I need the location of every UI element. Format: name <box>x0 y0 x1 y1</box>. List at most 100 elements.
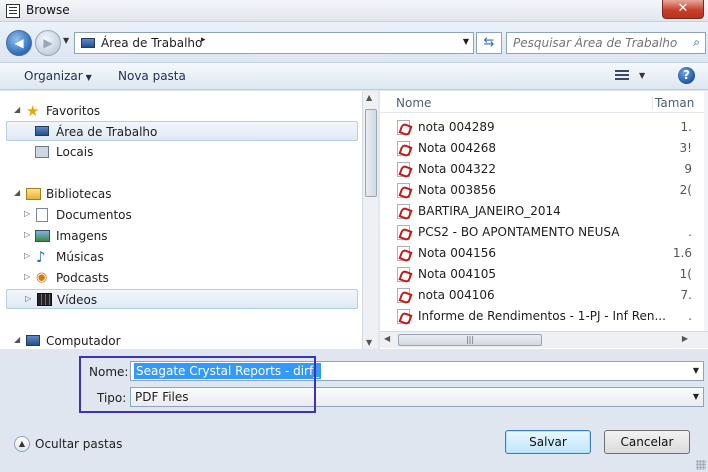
expand-arrow-icon[interactable]: ▷ <box>24 251 30 260</box>
scroll-right-icon[interactable]: ▶ <box>682 334 688 343</box>
breadcrumb-desktop[interactable]: Área de Trabalho <box>101 36 202 50</box>
file-row[interactable]: Informe de Rendimentos - 1-PJ - Inf Ren.… <box>380 306 708 327</box>
hide-folders-label: Ocultar pastas <box>35 437 123 451</box>
nav-item-locais[interactable]: Locais <box>0 142 358 162</box>
file-row[interactable]: PCS2 - BO APONTAMENTO NEUSA. <box>380 222 708 243</box>
file-row[interactable]: Nota 004156 1.6 <box>380 243 708 264</box>
help-button[interactable]: ? <box>678 67 695 84</box>
file-row[interactable]: Nota 004105 1( <box>380 264 708 285</box>
back-button[interactable]: ◀ <box>6 30 32 56</box>
file-row[interactable]: Nota 004322 9 <box>380 159 708 180</box>
pdf-file-icon <box>397 288 410 303</box>
pdf-file-icon <box>397 162 410 177</box>
expand-arrow-icon[interactable]: ▷ <box>24 230 30 239</box>
address-field[interactable]: Área de Trabalho ▸ ▼ <box>74 32 474 54</box>
file-name: nota 004106 <box>418 288 495 302</box>
close-button[interactable]: ✕ <box>662 0 704 19</box>
expand-arrow-icon[interactable]: ▷ <box>25 294 31 303</box>
column-header-size[interactable]: Taman <box>652 96 694 110</box>
nav-item-computador[interactable]: ◢ Computador <box>0 331 358 349</box>
pdf-file-icon <box>397 225 410 240</box>
nav-scroll-thumb[interactable] <box>365 109 377 197</box>
chevron-down-icon: ▼ <box>85 73 92 82</box>
history-dropdown-icon[interactable]: ▼ <box>63 36 69 45</box>
file-row[interactable]: Nota 003856 2( <box>380 180 708 201</box>
search-input[interactable] <box>507 33 685 53</box>
pdf-file-icon <box>397 246 410 261</box>
new-folder-button[interactable]: Nova pasta <box>118 69 186 83</box>
file-name: Nota 004105 <box>418 267 496 281</box>
nav-item-podcasts[interactable]: ▷ ◉ Podcasts <box>0 268 358 288</box>
file-row[interactable]: BARTIRA_JANEIRO_2014 <box>380 201 708 222</box>
navigation-pane: ◢ ★ Favoritos Área de Trabalho Locais ◢ … <box>0 91 362 349</box>
nav-item-label: Bibliotecas <box>46 187 112 201</box>
nav-item-label: Documentos <box>56 208 132 222</box>
scroll-up-icon[interactable]: ▲ <box>366 93 372 102</box>
podcast-icon: ◉ <box>36 270 48 285</box>
file-size: . <box>688 309 692 323</box>
nav-item-label: Locais <box>56 145 94 159</box>
nav-scrollbar[interactable]: ▲ ▼ <box>362 91 378 349</box>
file-name: Nota 004156 <box>418 246 496 260</box>
view-options-icon[interactable] <box>615 70 629 82</box>
file-row[interactable]: nota 004289 1. <box>380 117 708 138</box>
nav-item-favoritos[interactable]: ◢ ★ Favoritos <box>0 101 358 121</box>
computer-icon <box>26 335 40 346</box>
refresh-button[interactable]: ⇆ <box>476 32 502 54</box>
pdf-file-icon <box>397 141 410 156</box>
column-header-name[interactable]: Nome <box>396 96 431 110</box>
address-bar-area: ◀ ▶ ▼ Área de Trabalho ▸ ▼ ⇆ ⌕ <box>0 22 708 62</box>
window-title: Browse <box>26 3 70 17</box>
breadcrumb-chevron-icon[interactable]: ▸ <box>201 35 206 45</box>
file-row[interactable]: nota 004106 7. <box>380 285 708 306</box>
scroll-down-icon[interactable]: ▼ <box>366 338 372 347</box>
expand-arrow-icon[interactable]: ▷ <box>24 209 30 218</box>
file-list: Nome Taman nota 004289 1. Nota 004268 3! Not… <box>380 91 708 349</box>
nav-item-label: Computador <box>46 334 121 348</box>
pdf-file-icon <box>397 204 410 219</box>
file-list-vertical-scrollbar[interactable] <box>704 91 708 331</box>
save-button[interactable]: Salvar <box>505 430 591 454</box>
nav-item-bibliotecas[interactable]: ◢ Bibliotecas <box>0 184 358 204</box>
chevron-down-icon[interactable]: ▼ <box>693 392 699 401</box>
chevron-down-icon[interactable]: ▼ <box>693 366 699 375</box>
library-icon <box>26 188 41 200</box>
pdf-file-icon <box>397 267 410 282</box>
address-dropdown-icon[interactable]: ▼ <box>463 37 469 46</box>
pdf-file-icon <box>397 183 410 198</box>
horizontal-scroll-thumb[interactable]: ||| <box>398 334 542 346</box>
scroll-left-icon[interactable]: ◀ <box>384 334 390 343</box>
file-size: 1. <box>680 120 692 134</box>
nav-item-musicas[interactable]: ▷ ♪ Músicas <box>0 247 358 267</box>
nav-item-area-de-trabalho[interactable]: Área de Trabalho <box>6 121 358 141</box>
collapse-arrow-icon[interactable]: ◢ <box>14 188 20 197</box>
cancel-button[interactable]: Cancelar <box>604 430 690 454</box>
nav-item-label: Favoritos <box>46 104 101 118</box>
desktop-icon <box>35 126 49 136</box>
view-dropdown-icon[interactable]: ▼ <box>639 71 645 80</box>
nav-item-imagens[interactable]: ▷ Imagens <box>0 226 358 246</box>
organize-label: Organizar <box>24 69 83 83</box>
collapse-arrow-icon[interactable]: ◢ <box>14 335 20 344</box>
music-icon: ♪ <box>36 248 46 266</box>
hide-folders-button[interactable]: ▲ Ocultar pastas <box>14 436 122 452</box>
file-name: BARTIRA_JANEIRO_2014 <box>418 204 561 218</box>
file-size: . <box>688 225 692 239</box>
images-icon <box>35 230 50 242</box>
nav-item-videos[interactable]: ▷ Vídeos <box>6 289 358 309</box>
resize-grip-icon[interactable] <box>696 460 706 470</box>
file-name: Nota 004322 <box>418 162 496 176</box>
nav-item-documentos[interactable]: ▷ Documentos <box>0 205 358 225</box>
file-name: PCS2 - BO APONTAMENTO NEUSA <box>418 225 620 239</box>
forward-button[interactable]: ▶ <box>35 30 61 56</box>
search-icon[interactable]: ⌕ <box>693 35 700 50</box>
file-row[interactable]: Nota 004268 3! <box>380 138 708 159</box>
chevron-up-icon: ▲ <box>14 436 30 452</box>
search-box[interactable]: ⌕ <box>506 32 706 54</box>
file-name: Nota 004268 <box>418 141 496 155</box>
organize-button[interactable]: Organizar ▼ <box>24 69 92 83</box>
expand-arrow-icon[interactable]: ▷ <box>24 272 30 281</box>
collapse-arrow-icon[interactable]: ◢ <box>14 105 20 114</box>
file-list-horizontal-scrollbar[interactable]: ◀ ||| ▶ <box>380 331 708 348</box>
pdf-file-icon <box>397 309 410 324</box>
